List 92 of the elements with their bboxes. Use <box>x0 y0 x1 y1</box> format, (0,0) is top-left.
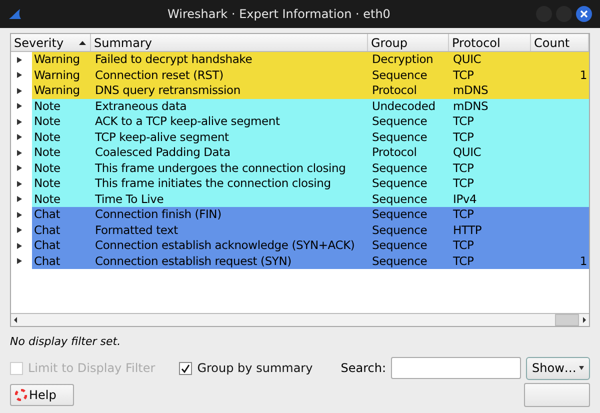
severity-cell: Chat <box>32 254 91 269</box>
group-cell: Decryption <box>368 52 449 68</box>
severity-cell: Note <box>32 145 91 160</box>
group-cell: Undecoded <box>368 98 449 114</box>
summary-cell: Connection establish acknowledge (SYN+ACK) <box>91 238 368 254</box>
protocol-cell: TCP <box>449 176 531 192</box>
severity-cell: Note <box>32 176 91 192</box>
expand-arrow-icon[interactable] <box>17 258 22 264</box>
checkmark-icon <box>181 364 190 372</box>
group-cell: Sequence <box>368 68 449 83</box>
group-cell: Sequence <box>368 207 449 222</box>
summary-cell: Time To Live <box>91 192 368 207</box>
summary-cell: Connection reset (RST) <box>91 68 368 83</box>
summary-cell: Connection finish (FIN) <box>91 207 368 222</box>
column-header[interactable]: Summary <box>91 34 368 51</box>
summary-cell: DNS query retransmission <box>91 83 368 98</box>
expand-arrow-icon[interactable] <box>17 242 22 249</box>
severity-cell: Warning <box>32 68 91 83</box>
severity-cell: Note <box>32 130 91 145</box>
expand-arrow-icon[interactable] <box>17 227 22 234</box>
expand-arrow-icon[interactable] <box>17 165 22 172</box>
caret-icon <box>579 366 584 370</box>
summary-cell: TCP keep-alive segment <box>91 130 368 145</box>
option-checkbox[interactable]: Group by summary <box>179 361 313 375</box>
summary-cell: This frame undergoes the connection closing <box>91 160 368 176</box>
group-cell: Sequence <box>368 114 449 130</box>
column-header[interactable]: Severity <box>11 34 91 51</box>
expand-arrow-icon[interactable] <box>17 180 22 187</box>
group-cell: Sequence <box>368 130 449 145</box>
group-cell: Protocol <box>368 145 449 160</box>
protocol-cell: TCP <box>449 68 531 83</box>
expand-arrow-icon[interactable] <box>17 118 22 125</box>
group-cell: Sequence <box>368 222 449 238</box>
close-button[interactable] <box>576 6 592 22</box>
window-title: Wireshark · Expert Information · eth0 <box>168 7 390 21</box>
group-cell: Sequence <box>368 238 449 254</box>
protocol-cell: QUIC <box>449 145 531 160</box>
column-header[interactable]: Count <box>531 34 589 51</box>
protocol-cell: HTTP <box>449 222 531 238</box>
expand-arrow-icon[interactable] <box>17 88 22 94</box>
column-header[interactable]: Protocol <box>449 34 531 51</box>
severity-cell: Note <box>32 98 91 114</box>
summary-cell: Extraneous data <box>91 98 368 114</box>
severity-cell: Note <box>32 160 91 176</box>
summary-cell: Formatted text <box>91 222 368 238</box>
summary-cell: This frame initiates the connection closing <box>91 176 368 192</box>
search-field[interactable] <box>391 357 521 379</box>
sort-arrow-icon <box>79 40 86 44</box>
severity-cell: Chat <box>32 222 91 238</box>
group-cell: Sequence <box>368 192 449 207</box>
protocol-cell: TCP <box>449 254 531 269</box>
group-cell: Sequence <box>368 254 449 269</box>
severity-cell: Note <box>32 192 91 207</box>
shark-fin-icon <box>8 8 22 20</box>
protocol-cell: TCP <box>449 238 531 254</box>
expand-arrow-icon[interactable] <box>17 72 22 78</box>
expand-arrow-icon[interactable] <box>17 56 22 63</box>
protocol-cell: TCP <box>449 207 531 222</box>
group-cell: Sequence <box>368 160 449 176</box>
scrollbar-thumb[interactable] <box>555 314 579 326</box>
summary-cell: Failed to decrypt handshake <box>91 52 368 68</box>
severity-cell: Chat <box>32 207 91 222</box>
protocol-cell: TCP <box>449 160 531 176</box>
lifebuoy-icon <box>15 389 27 401</box>
severity-cell: Note <box>32 114 91 130</box>
count-cell: 1 <box>531 68 589 83</box>
summary-cell: Connection establish request (SYN) <box>91 254 368 269</box>
expand-arrow-icon[interactable] <box>17 134 22 140</box>
protocol-cell: QUIC <box>449 52 531 68</box>
severity-cell: Warning <box>32 83 91 98</box>
summary-cell: Coalesced Padding Data <box>91 145 368 160</box>
protocol-cell: mDNS <box>449 83 531 98</box>
expand-arrow-icon[interactable] <box>17 212 22 218</box>
search-label: Search: <box>340 361 386 375</box>
show-button[interactable]: Show… <box>526 356 590 380</box>
help-button[interactable]: Help <box>10 384 74 406</box>
severity-cell: Chat <box>32 238 91 254</box>
column-header[interactable]: Group <box>368 34 449 51</box>
expand-arrow-icon[interactable] <box>17 196 22 202</box>
expand-arrow-icon[interactable] <box>17 103 22 110</box>
summary-cell: ACK to a TCP keep-alive segment <box>91 114 368 130</box>
severity-cell: Warning <box>32 52 91 68</box>
horizontal-scrollbar[interactable] <box>11 313 589 326</box>
protocol-cell: mDNS <box>449 98 531 114</box>
expand-arrow-icon[interactable] <box>17 150 22 156</box>
status-text: No display filter set. <box>10 335 122 348</box>
protocol-cell: IPv4 <box>449 192 531 207</box>
group-cell: Sequence <box>368 176 449 192</box>
protocol-cell: TCP <box>449 114 531 130</box>
group-cell: Protocol <box>368 83 449 98</box>
count-cell: 1 <box>531 254 589 269</box>
protocol-cell: TCP <box>449 130 531 145</box>
